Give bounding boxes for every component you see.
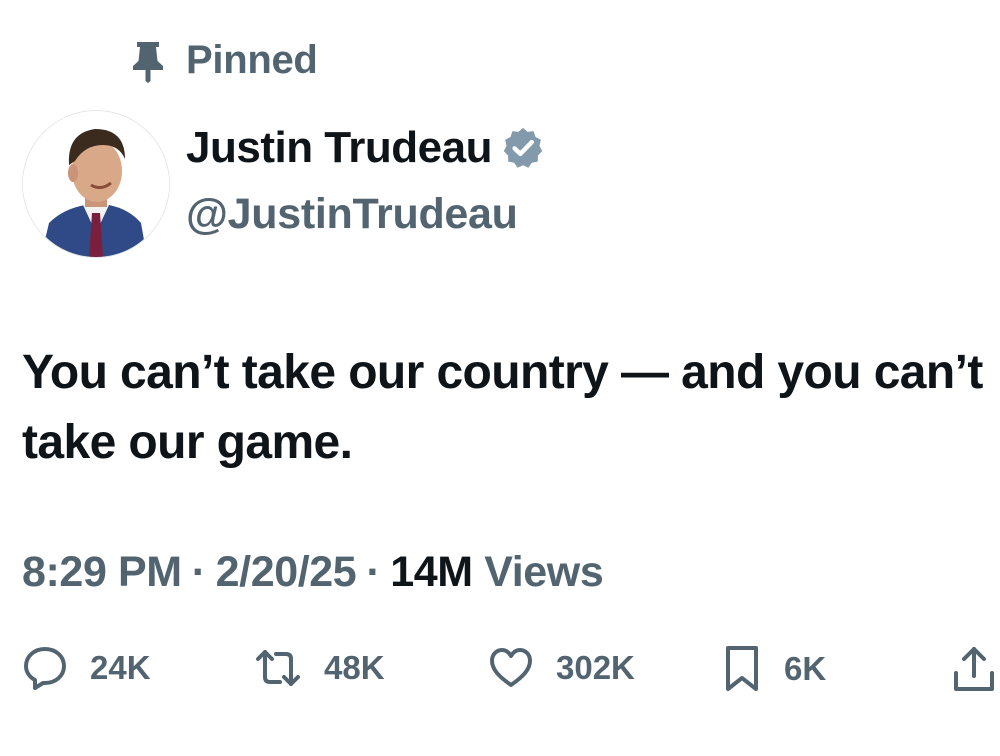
reply-icon bbox=[22, 645, 68, 691]
like-button[interactable]: 302K bbox=[488, 645, 635, 691]
share-icon bbox=[952, 645, 996, 693]
retweet-button[interactable]: 48K bbox=[254, 645, 385, 691]
pin-icon bbox=[130, 39, 166, 83]
pinned-label: Pinned bbox=[186, 38, 318, 82]
meta-separator: · bbox=[191, 548, 206, 596]
reply-count: 24K bbox=[90, 649, 151, 686]
tweet-time[interactable]: 8:29 PM bbox=[22, 548, 182, 596]
pinned-indicator: Pinned bbox=[130, 38, 318, 83]
avatar[interactable] bbox=[22, 110, 170, 258]
reply-button[interactable]: 24K bbox=[22, 645, 151, 691]
bookmark-button[interactable]: 6K bbox=[722, 645, 826, 693]
author-name-row[interactable]: Justin Trudeau bbox=[186, 123, 546, 173]
views-label: Views bbox=[484, 548, 604, 596]
verified-badge-icon[interactable] bbox=[500, 125, 546, 171]
views-count: 14M bbox=[390, 548, 473, 596]
retweet-icon bbox=[254, 645, 302, 691]
tweet-date[interactable]: 2/20/25 bbox=[216, 548, 357, 596]
bookmark-count: 6K bbox=[784, 650, 827, 687]
like-count: 302K bbox=[556, 649, 635, 686]
retweet-count: 48K bbox=[324, 649, 385, 686]
tweet-meta: 8:29 PM · 2/20/25 · 14M Views bbox=[22, 548, 604, 597]
tweet-text: You can’t take our country — and you can… bbox=[22, 346, 983, 469]
display-name[interactable]: Justin Trudeau bbox=[186, 123, 492, 173]
meta-separator: · bbox=[366, 548, 381, 596]
profile-photo bbox=[23, 111, 169, 257]
heart-icon bbox=[488, 645, 534, 691]
share-button[interactable] bbox=[952, 645, 996, 693]
action-bar: 24K 48K 302K 6K bbox=[22, 645, 998, 695]
bookmark-icon bbox=[722, 645, 762, 693]
author-handle[interactable]: @JustinTrudeau bbox=[186, 190, 518, 239]
